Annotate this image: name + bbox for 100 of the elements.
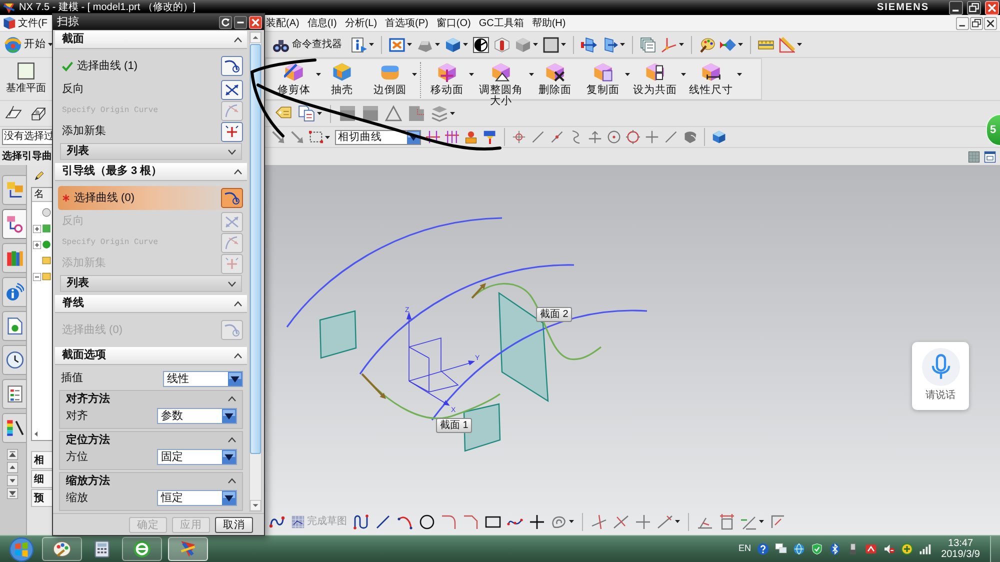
restore-icon[interactable] — [970, 16, 983, 30]
feature-button[interactable]: 删除面 — [537, 62, 573, 96]
square-icon[interactable] — [543, 36, 559, 52]
resource-tab[interactable] — [2, 413, 26, 443]
cube-blade-icon[interactable] — [284, 62, 304, 82]
calculator-icon[interactable] — [93, 540, 111, 558]
cube-triangle-icon[interactable] — [491, 62, 511, 82]
close-icon[interactable] — [249, 16, 262, 28]
caret-icon[interactable] — [369, 43, 374, 46]
slanted-line-icon[interactable] — [741, 514, 757, 530]
feature-button[interactable]: 移动面 — [429, 62, 465, 96]
scrollbar-thumb[interactable] — [250, 44, 261, 454]
crosshair-icon[interactable] — [512, 130, 526, 144]
caret-icon[interactable] — [325, 136, 330, 138]
muted-speaker-icon[interactable] — [883, 543, 896, 555]
signal-bars-icon[interactable] — [919, 543, 932, 555]
scroll-down-icon[interactable] — [7, 475, 18, 486]
taskbar-button[interactable] — [122, 537, 162, 561]
start-button[interactable]: 开始 — [4, 36, 53, 54]
curve-select-icon[interactable] — [221, 56, 243, 76]
line-point-icon[interactable] — [550, 130, 564, 144]
window-cross-icon[interactable] — [389, 36, 405, 52]
feature-button[interactable]: 基准平面 — [6, 62, 46, 98]
spiral-loop-icon[interactable] — [551, 514, 567, 530]
list-toggle[interactable]: 列表 — [60, 275, 242, 292]
scroll-down-icon[interactable] — [250, 500, 261, 511]
add-set-icon[interactable] — [221, 122, 243, 142]
collapse-chevron-icon[interactable] — [227, 395, 237, 403]
cylinder-cube-icon[interactable] — [494, 36, 510, 52]
language-indicator[interactable]: EN — [738, 542, 752, 556]
line-icon[interactable] — [664, 130, 678, 144]
info-signal-icon[interactable] — [6, 283, 24, 301]
section-header[interactable]: 脊线 — [55, 295, 247, 313]
menu-item[interactable]: 文件(F — [18, 16, 48, 30]
arc-icon[interactable] — [397, 514, 413, 530]
caret-icon[interactable] — [317, 112, 322, 115]
grid-icon[interactable] — [968, 150, 980, 162]
caret-icon[interactable] — [48, 43, 53, 46]
curve-select-icon[interactable] — [221, 188, 243, 208]
circle-icon[interactable] — [419, 514, 435, 530]
caret-icon[interactable] — [624, 72, 630, 76]
close-icon[interactable] — [984, 16, 997, 30]
section-header[interactable]: 引导线（最多 3 根） — [55, 163, 247, 181]
scroll-left-icon[interactable] — [32, 430, 40, 438]
app-menu-icon[interactable] — [2, 16, 16, 30]
line-icon[interactable] — [375, 514, 391, 530]
perpendicular-icon[interactable] — [588, 130, 602, 144]
plane-square-icon[interactable] — [17, 62, 35, 80]
show-desktop-button[interactable] — [990, 536, 1000, 562]
feature-button[interactable]: 抽壳 — [324, 62, 360, 96]
circle-dot-icon[interactable] — [607, 130, 621, 144]
caret-icon[interactable] — [675, 520, 680, 523]
bluetooth-icon[interactable] — [829, 543, 842, 555]
cube-cross-icon[interactable] — [437, 62, 457, 82]
scroll-up-icon[interactable] — [7, 462, 18, 473]
line-icon[interactable] — [531, 130, 545, 144]
crossing-lines-icon[interactable] — [613, 514, 629, 530]
option-dropdown[interactable]: 线性 — [163, 370, 243, 386]
shield-icon[interactable] — [811, 543, 824, 555]
group-header[interactable]: 定位方法 — [63, 432, 239, 448]
caret-icon[interactable] — [759, 520, 764, 523]
menu-item[interactable]: 信息(I) — [307, 16, 337, 30]
curve-selection-step[interactable]: 选择曲线 (0) — [58, 186, 244, 210]
feature-button[interactable]: 边倒圆 — [372, 62, 408, 96]
part-tree-icon[interactable] — [6, 215, 24, 233]
ring-icon[interactable] — [133, 540, 151, 558]
collapse-icon[interactable] — [33, 272, 41, 280]
panel-header[interactable]: 预 — [31, 489, 52, 507]
palette-icon[interactable] — [699, 36, 715, 52]
help-icon[interactable] — [757, 543, 770, 555]
caret-icon[interactable] — [412, 72, 416, 76]
collapse-chevron-icon[interactable] — [233, 36, 243, 44]
option-dropdown[interactable]: 固定 — [157, 449, 237, 465]
caret-icon[interactable] — [533, 43, 538, 46]
dialog-button[interactable]: 取消 — [215, 516, 253, 532]
minimize-icon[interactable] — [234, 16, 247, 28]
caret-icon[interactable] — [435, 43, 440, 46]
menu-item[interactable]: 帮助(H) — [532, 16, 566, 30]
u-curve-icon[interactable] — [353, 514, 369, 530]
scrollbar-track[interactable] — [249, 31, 262, 512]
collapse-chevron-icon[interactable] — [233, 168, 243, 176]
caret-icon[interactable] — [738, 43, 743, 46]
option-dropdown[interactable]: 参数 — [157, 408, 237, 424]
start-orb-icon[interactable] — [9, 536, 34, 562]
menu-item[interactable]: 装配(A) — [266, 16, 300, 30]
option-dropdown[interactable]: 恒定 — [157, 490, 237, 506]
reset-icon[interactable] — [219, 16, 232, 28]
resource-tab[interactable] — [2, 175, 26, 205]
menu-item[interactable]: GC工具箱 — [478, 16, 524, 30]
rectangle-icon[interactable] — [485, 514, 501, 530]
blob-shape-icon[interactable] — [683, 130, 697, 144]
chevron-tile-icon[interactable] — [865, 543, 878, 555]
restore-icon[interactable] — [967, 0, 981, 14]
color-bar-icon[interactable] — [6, 419, 24, 437]
caret-icon[interactable] — [407, 43, 412, 46]
line-tick-icon[interactable] — [657, 514, 673, 530]
group-header[interactable]: 缩放方法 — [63, 473, 239, 489]
info-sheet-icon[interactable] — [351, 36, 367, 52]
panel-arrow-icon[interactable] — [581, 36, 597, 52]
expand-icon[interactable] — [33, 240, 41, 248]
